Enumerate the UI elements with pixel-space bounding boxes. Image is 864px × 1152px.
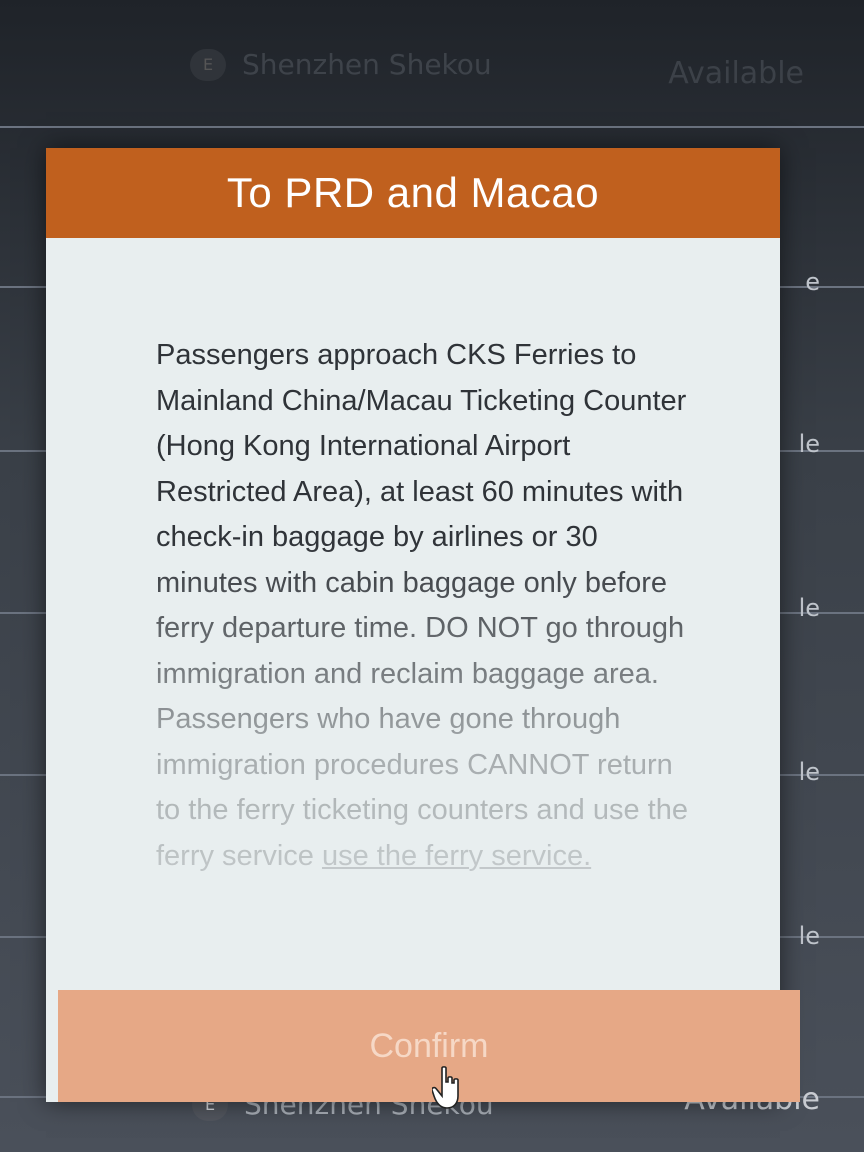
availability-status-fragment: le	[798, 430, 820, 458]
availability-status-fragment: le	[798, 922, 820, 950]
ferry-service-link[interactable]: use the ferry service.	[322, 840, 591, 872]
availability-status-fragment: e	[805, 268, 820, 296]
route-cell: E Shenzhen Shekou	[190, 48, 492, 81]
availability-status-fragment: le	[798, 594, 820, 622]
notice-body: Passengers approach CKS Ferries to Mainl…	[156, 339, 688, 872]
dialog-body: Passengers approach CKS Ferries to Mainl…	[46, 238, 780, 990]
availability-status: Available	[668, 56, 804, 91]
route-row[interactable]: E Shenzhen Shekou Available	[0, 0, 864, 128]
route-name: Shenzhen Shekou	[242, 48, 492, 81]
confirm-button[interactable]: Confirm	[369, 1027, 488, 1066]
notice-dialog: To PRD and Macao Passengers approach CKS…	[46, 148, 800, 1102]
dialog-title: To PRD and Macao	[226, 169, 600, 216]
dialog-header: To PRD and Macao	[46, 148, 780, 238]
availability-status-fragment: le	[798, 758, 820, 786]
route-badge: E	[190, 48, 226, 81]
notice-text: Passengers approach CKS Ferries to Mainl…	[156, 333, 696, 879]
hand-pointer-icon	[432, 1066, 459, 1109]
dialog-footer: Confirm	[58, 990, 800, 1102]
